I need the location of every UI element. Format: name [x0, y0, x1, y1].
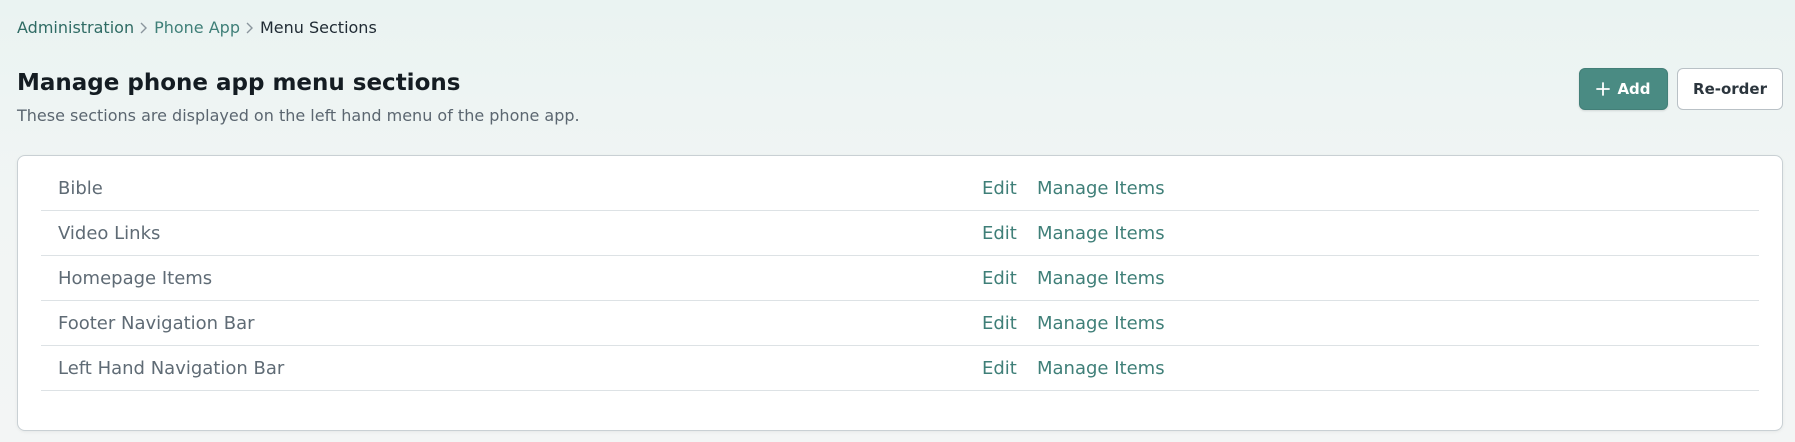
manage-items-link[interactable]: Manage Items: [1037, 358, 1165, 379]
chevron-right-icon: [138, 20, 150, 36]
page-subtitle: These sections are displayed on the left…: [17, 106, 580, 125]
section-name: Footer Navigation Bar: [58, 313, 255, 334]
section-name: Left Hand Navigation Bar: [58, 358, 285, 379]
list-item: Bible Edit Manage Items: [41, 166, 1759, 211]
list-item: Left Hand Navigation Bar Edit Manage Ite…: [41, 346, 1759, 391]
chevron-right-icon: [244, 20, 256, 36]
manage-items-link[interactable]: Manage Items: [1037, 313, 1165, 334]
sections-card: Bible Edit Manage Items Video Links Edit…: [17, 155, 1783, 431]
page: Administration Phone App Menu Sections M…: [0, 0, 1795, 442]
manage-items-link[interactable]: Manage Items: [1037, 178, 1165, 199]
breadcrumb: Administration Phone App Menu Sections: [17, 18, 377, 37]
section-name: Video Links: [58, 223, 161, 244]
manage-items-link[interactable]: Manage Items: [1037, 268, 1165, 289]
plus-icon: [1596, 82, 1611, 96]
header-actions: Add Re-order: [1579, 68, 1783, 110]
edit-link[interactable]: Edit: [982, 358, 1017, 379]
list-item: Video Links Edit Manage Items: [41, 211, 1759, 256]
sections-list: Bible Edit Manage Items Video Links Edit…: [41, 166, 1759, 391]
edit-link[interactable]: Edit: [982, 178, 1017, 199]
list-item: Homepage Items Edit Manage Items: [41, 256, 1759, 301]
edit-link[interactable]: Edit: [982, 223, 1017, 244]
breadcrumb-link-administration[interactable]: Administration: [17, 18, 134, 37]
add-button-label: Add: [1617, 80, 1651, 98]
section-name: Bible: [58, 178, 103, 199]
breadcrumb-link-phone-app[interactable]: Phone App: [154, 18, 240, 37]
manage-items-link[interactable]: Manage Items: [1037, 223, 1165, 244]
edit-link[interactable]: Edit: [982, 313, 1017, 334]
list-item: Footer Navigation Bar Edit Manage Items: [41, 301, 1759, 346]
add-button[interactable]: Add: [1579, 68, 1668, 110]
breadcrumb-current: Menu Sections: [259, 18, 377, 37]
page-title: Manage phone app menu sections: [17, 70, 461, 96]
section-name: Homepage Items: [58, 268, 213, 289]
reorder-button[interactable]: Re-order: [1677, 68, 1783, 110]
edit-link[interactable]: Edit: [982, 268, 1017, 289]
